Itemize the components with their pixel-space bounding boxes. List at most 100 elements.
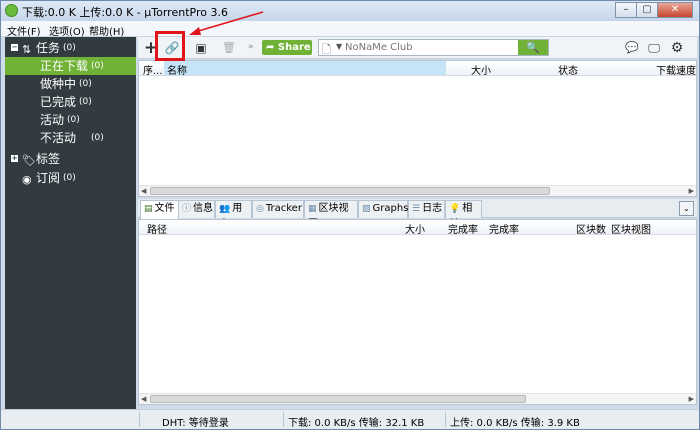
toolbar-overflow-icon[interactable]: » (248, 42, 254, 52)
sidebar-item-tasks[interactable]: − ⇅ 任务 (0) (5, 39, 136, 57)
menu-file[interactable]: 文件(F) (7, 23, 41, 38)
close-button[interactable]: ✕ (657, 2, 693, 18)
sidebar-item-count: (0) (63, 173, 76, 183)
column-path[interactable]: 路径 (147, 221, 167, 236)
sidebar-item-label: 任务 (36, 41, 61, 55)
column-size[interactable]: 大小 (471, 62, 491, 77)
tab-info[interactable]: ⓘ 信息 (178, 200, 215, 218)
tab-log[interactable]: ☰ 日志 (408, 200, 445, 218)
sidebar-item-label: 做种中 (40, 77, 77, 91)
sidebar-item-label: 正在下载 (40, 59, 89, 73)
torrent-list-hscroll[interactable]: ◀ ▶ (139, 185, 696, 196)
sidebar-item-count: (0) (79, 79, 92, 89)
graphs-icon: ▨ (362, 204, 371, 214)
sidebar-item-count: (0) (63, 43, 76, 53)
menu-options[interactable]: 选项(O) (49, 23, 85, 38)
tab-label: 文件 (154, 203, 175, 214)
tab-pieces[interactable]: ▦区块视图 (304, 200, 358, 230)
category-sidebar: − ⇅ 任务 (0) 正在下载 (0) 做种中 (0) 已完成 (0) 活动 (… (5, 37, 136, 409)
collapse-icon[interactable]: − (11, 44, 18, 51)
status-divider (139, 412, 140, 427)
scroll-left-icon[interactable]: ◀ (141, 394, 146, 404)
share-button[interactable]: ➦ Share (262, 40, 312, 55)
sidebar-item-downloading[interactable]: 正在下载 (0) (5, 57, 136, 75)
column-name[interactable]: 名称 (167, 62, 187, 77)
expand-icon[interactable]: + (11, 155, 18, 162)
scroll-right-icon[interactable]: ▶ (689, 186, 694, 196)
window-controls: – ▢ ✕ (615, 2, 693, 18)
search-box: 🗋 ▼ 🔍 (318, 39, 549, 56)
sidebar-item-feeds[interactable]: ◉ 订阅 (0) (5, 169, 136, 187)
dht-status: DHT: 等待登录 (162, 418, 229, 429)
users-icon: 👥 (219, 204, 231, 214)
toolbar: + 🔗 ▣ 🗑 » ➦ Share 🗋 ▼ 🔍 💬 🖵 ⚙ (138, 37, 697, 59)
tab-label: 信息 (193, 203, 214, 214)
column-percent[interactable]: 完成率 (489, 221, 519, 236)
collapse-details-button[interactable]: ⌄ (679, 201, 694, 216)
scroll-thumb[interactable] (150, 395, 526, 403)
upload-status[interactable]: 上传: 0.0 KB/s 传输: 3.9 KB (450, 414, 580, 429)
create-torrent-button[interactable]: ▣ (191, 39, 211, 57)
sidebar-item-inactive[interactable]: 不活动 (0) (5, 129, 136, 147)
sidebar-item-label: 订阅 (36, 171, 61, 185)
info-icon: ⓘ (182, 204, 192, 214)
tab-related[interactable]: 💡相关 (445, 200, 482, 230)
share-label: Share (277, 42, 311, 53)
title-bar[interactable]: 下载:0.0 K 上传:0.0 K - µTorrentPro 3.6 – ▢ … (1, 1, 699, 21)
file-icon: ▤ (144, 204, 153, 214)
files-list-hscroll[interactable]: ◀ ▶ (139, 393, 696, 404)
menu-help[interactable]: 帮助(H) (89, 23, 124, 38)
sidebar-item-labels[interactable]: + 🏷 标签 (5, 150, 136, 168)
document-icon: 🗋 (322, 43, 331, 56)
sidebar-item-label: 活动 (40, 113, 65, 127)
highlight-box (155, 31, 185, 61)
tab-peers[interactable]: 👥用户 (215, 200, 252, 230)
torrent-list-header: 序... 名称 大小 状态 下载速度 (139, 61, 696, 77)
files-list[interactable]: 路径 大小 完成率 完成率 区块数 区块视图 ◀ ▶ (138, 219, 697, 405)
sidebar-item-seeding[interactable]: 做种中 (0) (5, 75, 136, 93)
tab-label: Tracker (265, 203, 302, 214)
remote-button[interactable]: 🖵 (644, 39, 664, 57)
sidebar-item-count: (0) (91, 61, 104, 71)
app-window: 下载:0.0 K 上传:0.0 K - µTorrentPro 3.6 – ▢ … (0, 0, 700, 430)
search-icon: 🔍 (526, 41, 540, 54)
log-icon: ☰ (412, 204, 421, 214)
search-button[interactable]: 🔍 (518, 40, 548, 55)
tab-trackers[interactable]: ◎ Tracker (252, 200, 304, 218)
chat-button[interactable]: 💬 (622, 39, 642, 57)
chevron-down-icon: ⌄ (683, 204, 690, 213)
minimize-button[interactable]: – (615, 2, 637, 18)
search-input[interactable] (345, 41, 515, 54)
status-divider (445, 412, 446, 427)
column-status[interactable]: 状态 (558, 62, 578, 77)
sorted-column-highlight (164, 61, 446, 75)
tag-icon: 🏷 (22, 154, 36, 167)
scroll-thumb[interactable] (150, 187, 550, 195)
sidebar-item-active[interactable]: 活动 (0) (5, 111, 136, 129)
utorrent-logo-icon (5, 4, 18, 17)
column-done[interactable]: 完成率 (448, 221, 478, 236)
scroll-right-icon[interactable]: ▶ (689, 394, 694, 404)
annotation-arrow-icon (189, 11, 264, 35)
column-pieces-view[interactable]: 区块视图 (611, 221, 651, 236)
torrent-list[interactable]: 序... 名称 大小 状态 下载速度 ◀ ▶ (138, 60, 697, 197)
status-bar: DHT: 等待登录 下载: 0.0 KB/s 传输: 32.1 KB 上传: 0… (1, 409, 699, 429)
maximize-button[interactable]: ▢ (636, 2, 658, 18)
menu-bar: 文件(F) 选项(O) 帮助(H) (1, 21, 699, 38)
column-pieces[interactable]: 区块数 (576, 221, 606, 236)
tab-label: Graphs (372, 203, 409, 214)
scroll-left-icon[interactable]: ◀ (141, 186, 146, 196)
share-arrow-icon: ➦ (266, 42, 275, 53)
search-provider-dropdown-icon[interactable]: ▼ (336, 42, 342, 51)
column-size[interactable]: 大小 (405, 221, 425, 236)
tab-files[interactable]: ▤ 文件 (140, 200, 179, 219)
sidebar-item-completed[interactable]: 已完成 (0) (5, 93, 136, 111)
settings-button[interactable]: ⚙ (667, 39, 687, 57)
sidebar-item-label: 标签 (36, 152, 61, 166)
remove-torrent-button[interactable]: 🗑 (219, 39, 239, 57)
download-status[interactable]: 下载: 0.0 KB/s 传输: 32.1 KB (288, 414, 424, 429)
column-download-speed[interactable]: 下载速度 (656, 62, 696, 77)
sidebar-item-label: 已完成 (40, 95, 77, 109)
column-queue[interactable]: 序... (143, 62, 163, 77)
tab-graphs[interactable]: ▨ Graphs (358, 200, 408, 218)
